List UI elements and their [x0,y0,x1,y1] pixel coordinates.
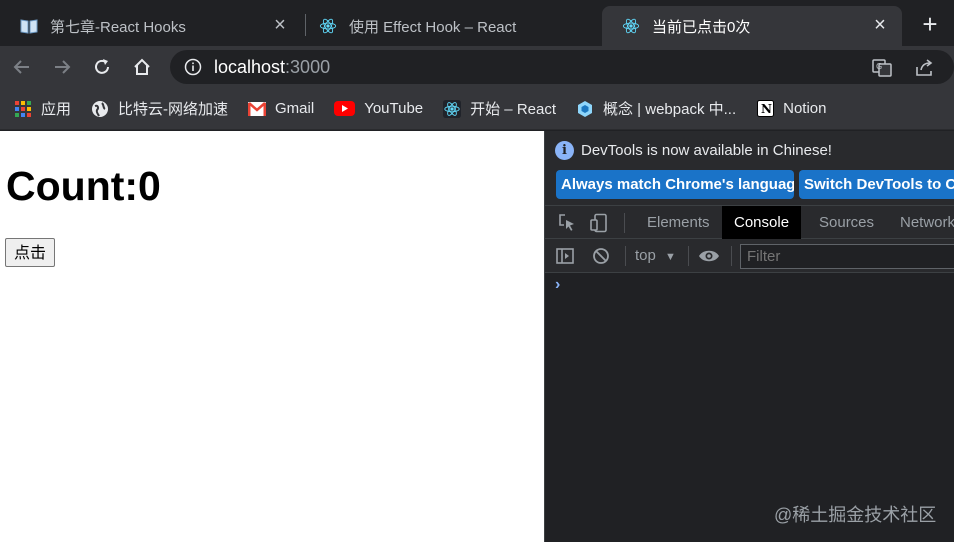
page-viewport: Count:0 点击 [0,131,544,542]
bookmark-label: 应用 [41,101,72,118]
svg-text:G: G [876,62,882,71]
book-icon [20,17,38,35]
tab-strip: 第七章-React Hooks × 使用 Effect Hook – React… [0,0,954,46]
notion-icon: N [756,100,774,118]
toolbar: localhost :3000 G [0,46,954,88]
toolbar-divider [624,213,625,233]
context-selector[interactable]: top ▼ [635,247,676,264]
webpack-icon [576,100,594,118]
always-match-language-button[interactable]: Always match Chrome's language [556,170,794,199]
youtube-icon [334,100,356,118]
url-port: :3000 [285,56,331,77]
tab-active-click-count[interactable]: 当前已点击0次 × [602,6,902,46]
eye-icon[interactable] [698,246,719,266]
context-label: top [635,247,656,264]
dropdown-arrow-icon: ▼ [665,251,676,263]
bookmark-label: YouTube [364,100,424,117]
bookmark-label: Gmail [275,100,315,117]
devtools-panel: i DevTools is now available in Chinese! … [544,131,954,542]
sidebar-toggle-icon[interactable] [555,246,575,266]
reload-button[interactable] [89,54,115,80]
tab-title: 使用 Effect Hook – React [349,18,517,36]
bookmark-label: 概念 | webpack 中... [603,101,737,118]
new-tab-button[interactable]: + [916,11,944,40]
bookmark-webpack[interactable]: 概念 | webpack 中... [576,98,736,119]
console-prompt[interactable]: › [555,276,560,294]
switch-devtools-language-button[interactable]: Switch DevTools to Chinese [799,170,954,199]
home-button[interactable] [129,54,155,80]
tab-network[interactable]: Network [888,206,954,239]
address-bar[interactable]: localhost :3000 G [170,50,954,84]
tab-effect-hook[interactable]: 使用 Effect Hook – React [299,6,599,46]
react-icon [319,17,337,35]
svg-text:N: N [761,102,772,116]
bookmark-gmail[interactable]: Gmail [248,100,314,118]
url-host: localhost [214,56,286,77]
bookmark-bitecloud[interactable]: 比特云-网络加速 [91,98,228,119]
info-icon[interactable] [184,58,202,76]
info-icon: i [555,141,574,160]
bookmark-label: 比特云-网络加速 [118,101,229,118]
react-icon [443,99,462,118]
back-button[interactable] [9,54,35,80]
close-icon[interactable]: × [270,15,290,36]
toolbar-divider [688,246,689,266]
gmail-icon [248,100,267,118]
tab-title: 当前已点击0次 [652,18,751,36]
device-toolbar-icon[interactable] [589,213,609,233]
apps-grid-icon [14,100,32,118]
notice-message: DevTools is now available in Chinese! [581,142,832,159]
watermark: @稀土掘金技术社区 [774,505,937,525]
translate-icon[interactable]: G [872,58,892,78]
react-icon [622,17,640,35]
arrow-left-icon [13,60,29,74]
home-icon [134,58,150,75]
devtools-language-notice: i DevTools is now available in Chinese! … [545,131,954,205]
bookmarks-bar: 应用 比特云-网络加速 Gmail YouTube 开始 – React 概念 … [0,88,954,130]
bookmark-notion[interactable]: N Notion [756,100,826,118]
count-heading: Count:0 [6,163,161,209]
click-button[interactable]: 点击 [5,238,56,267]
bookmark-label: 开始 – React [470,101,557,118]
clear-console-icon[interactable] [591,246,611,266]
share-icon[interactable] [914,58,934,78]
bookmark-react-start[interactable]: 开始 – React [443,98,556,119]
bookmark-label: Notion [783,100,827,117]
tab-sources[interactable]: Sources [807,206,886,239]
reload-icon [95,59,109,74]
devtools-tab-bar: Elements Console Sources Network [545,205,954,239]
tab-title: 第七章-React Hooks [50,18,186,36]
bookmark-apps[interactable]: 应用 [14,98,71,119]
inspect-element-icon[interactable] [557,213,577,233]
console-toolbar: top ▼ [545,239,954,273]
tab-elements[interactable]: Elements [635,206,722,239]
close-icon[interactable]: × [870,15,890,36]
toolbar-divider [625,246,626,266]
arrow-right-icon [55,60,71,74]
forward-button[interactable] [49,54,75,80]
bookmark-youtube[interactable]: YouTube [334,100,423,118]
tab-react-hooks-chapter[interactable]: 第七章-React Hooks × [0,6,302,46]
tab-console[interactable]: Console [722,206,802,239]
toolbar-divider [731,246,732,266]
globe-icon [91,100,109,118]
console-filter-input[interactable] [740,244,954,269]
